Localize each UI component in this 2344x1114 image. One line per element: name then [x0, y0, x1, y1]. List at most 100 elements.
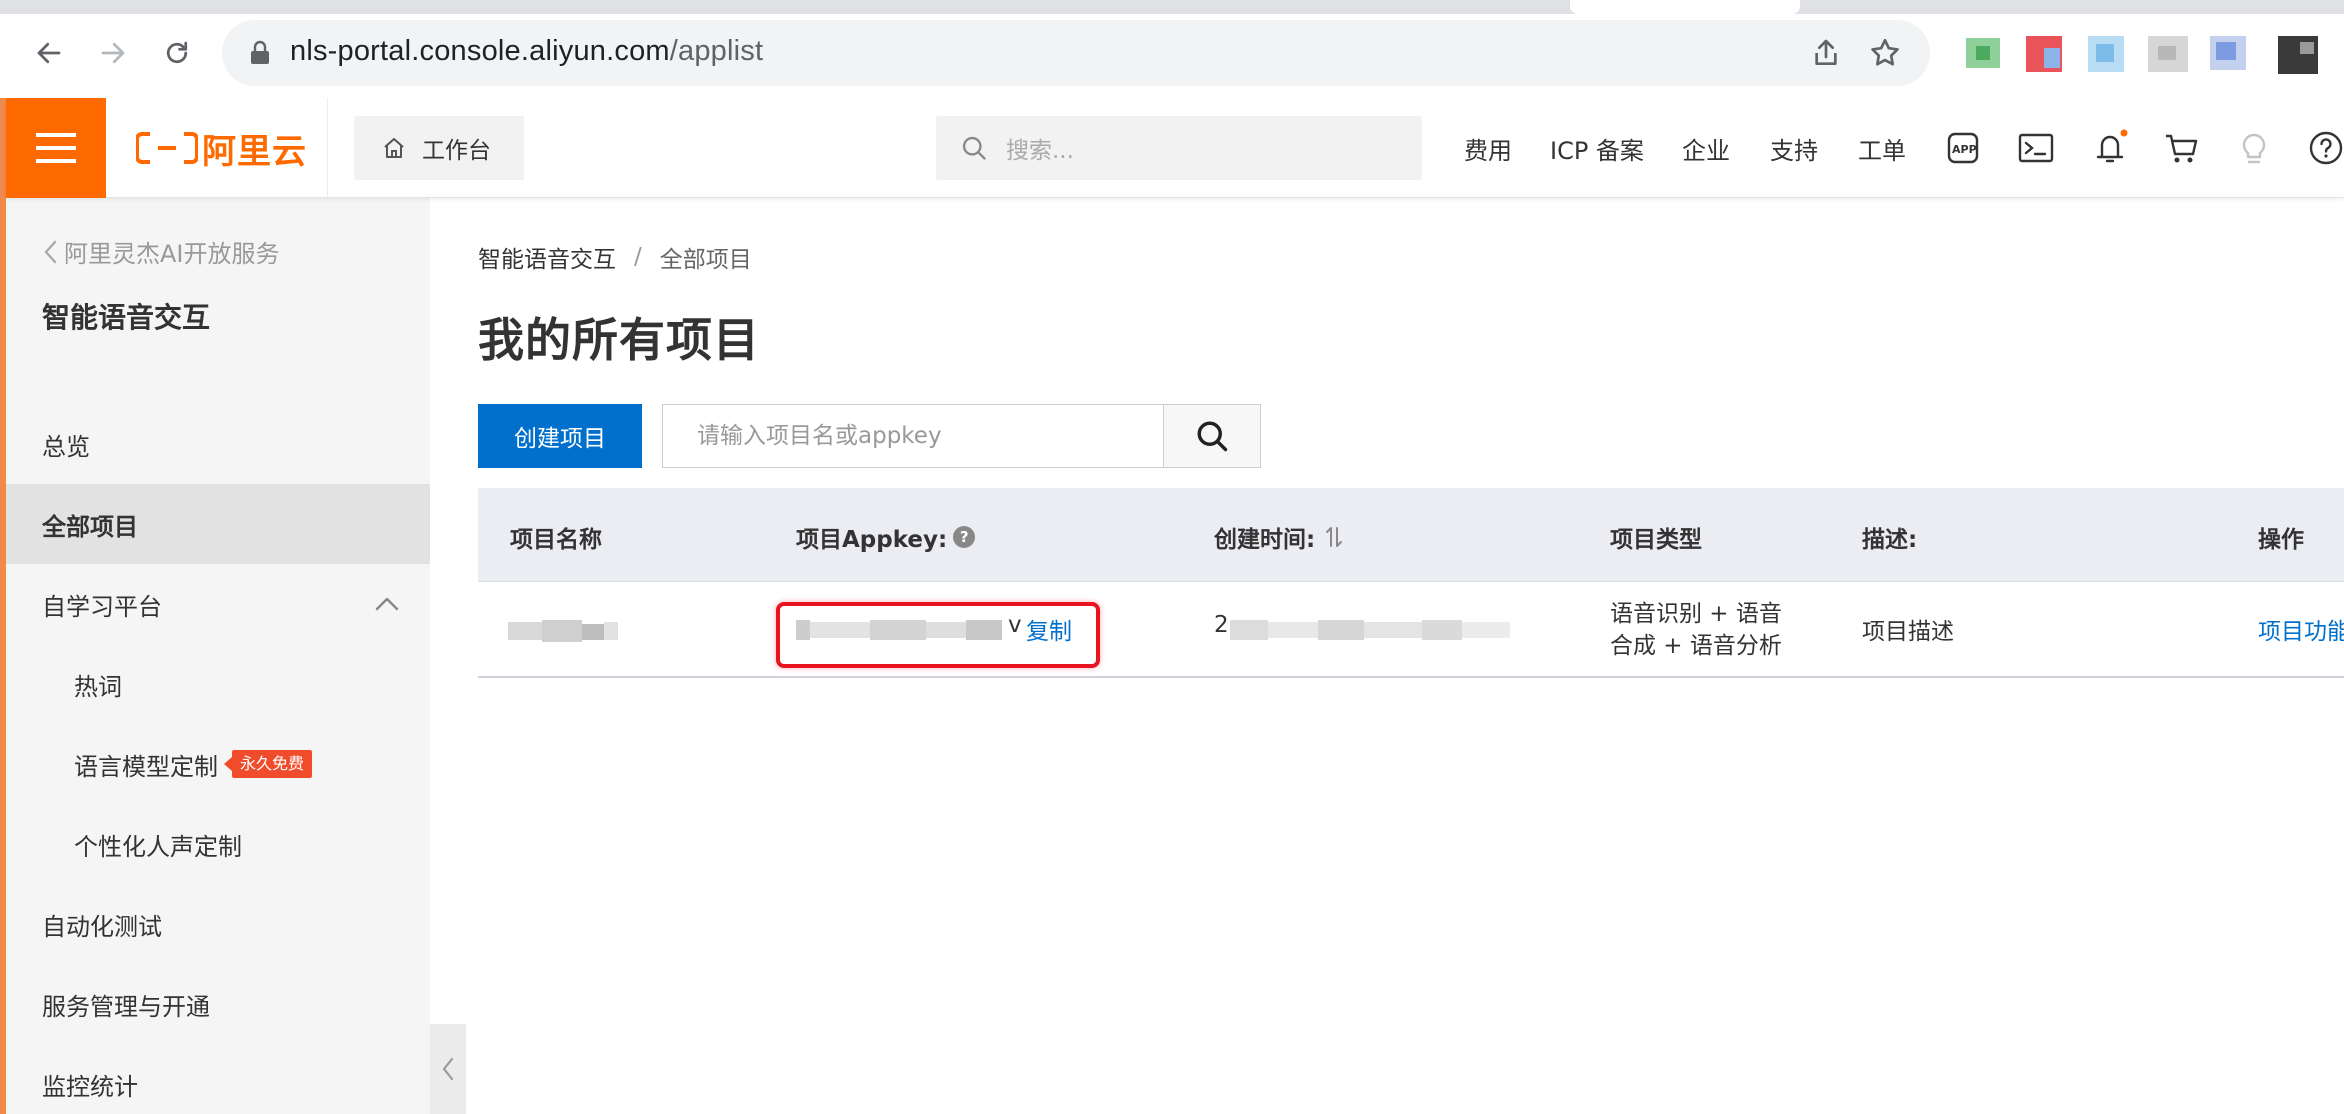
topnav-ticket[interactable]: 工单 [1858, 98, 1906, 198]
active-tab[interactable] [1570, 0, 1800, 14]
project-description: 项目描述 [1862, 619, 1954, 645]
chevron-left-icon [44, 240, 57, 263]
workbench-button[interactable]: 工作台 [354, 116, 524, 180]
reload-icon [166, 41, 188, 64]
table-header: 项目名称 项目Appkey: ? 创建时间: 项目类型 描述: 操作 [478, 488, 2344, 582]
terminal-icon[interactable] [2016, 128, 2056, 168]
sidebar-back-label: 阿里灵杰AI开放服务 [64, 240, 280, 268]
brand-name: 阿里云 [202, 131, 307, 172]
column-header-label: 项目名称 [510, 527, 602, 553]
column-header-actions: 操作 [2258, 520, 2304, 554]
table-row: v 复制 2 语音识别 + 语音 合成 + 语音分析 项目描述 项目功能 [478, 582, 2344, 678]
url-path: /applist [669, 35, 764, 67]
search-icon [962, 136, 986, 160]
browser-chrome: nls-portal.console.aliyun.com/applist [0, 0, 2344, 98]
arrow-right-icon [101, 42, 125, 64]
extension-icon[interactable] [2202, 28, 2252, 78]
sidebar-item-monitoring[interactable]: 监控统计 [6, 1044, 430, 1114]
bookmark-star-icon[interactable] [1868, 36, 1902, 70]
sidebar-item-label: 总览 [42, 432, 90, 461]
sidebar-item-self-learning[interactable]: 自学习平台 [6, 564, 430, 644]
column-header-appkey: 项目Appkey: ? [796, 520, 976, 554]
sidebar-item-label: 监控统计 [42, 1072, 138, 1101]
sidebar-back-link[interactable]: 阿里灵杰AI开放服务 [42, 234, 280, 269]
url-host: nls-portal.console.aliyun.com [290, 35, 670, 67]
column-header-label: 项目Appkey: [796, 527, 948, 553]
global-search[interactable]: 搜索... [936, 116, 1422, 180]
address-bar[interactable]: nls-portal.console.aliyun.com/applist [222, 20, 1930, 86]
home-icon [384, 138, 404, 158]
project-name-redacted [508, 620, 618, 642]
extension-icon[interactable] [2018, 28, 2068, 78]
sidebar-item-label: 语言模型定制 [74, 752, 218, 781]
console-topbar: 阿里云 工作台 搜索... 费用 ICP 备案 企业 支持 工单 APP [6, 98, 2344, 198]
topnav-fees[interactable]: 费用 [1464, 98, 1512, 198]
column-header-label: 项目类型 [1610, 527, 1702, 553]
sidebar-item-all-projects[interactable]: 全部项目 [6, 484, 430, 564]
sidebar-item-voice-custom[interactable]: 个性化人声定制 [6, 804, 430, 884]
breadcrumb-separator: / [634, 244, 642, 270]
extension-icon[interactable] [2274, 28, 2324, 78]
url-text[interactable]: nls-portal.console.aliyun.com/applist [290, 35, 763, 68]
topnav-support[interactable]: 支持 [1770, 98, 1818, 198]
help-icon[interactable]: ? [953, 526, 976, 548]
project-search-button[interactable] [1163, 404, 1261, 468]
back-button[interactable] [26, 30, 72, 76]
hamburger-icon [36, 133, 76, 163]
sidebar-item-label: 自学习平台 [42, 592, 162, 621]
sidebar: 阿里灵杰AI开放服务 智能语音交互 总览 全部项目 自学习平台 热词 语言模型定… [6, 198, 430, 1114]
sort-icon[interactable] [1325, 525, 1343, 549]
sidebar-item-label: 自动化测试 [42, 912, 162, 941]
cart-icon[interactable] [2162, 128, 2202, 168]
global-search-placeholder: 搜索... [1006, 138, 1074, 164]
forward-button[interactable] [90, 30, 136, 76]
aliyun-logo[interactable]: 阿里云 [106, 98, 328, 198]
column-header-type: 项目类型 [1610, 520, 1702, 554]
sidebar-item-label: 热词 [74, 672, 122, 701]
project-function-link[interactable]: 项目功能 [2258, 612, 2344, 646]
extension-icon[interactable] [1958, 28, 2008, 78]
sidebar-title: 智能语音交互 [42, 301, 211, 334]
chevron-up-icon [375, 597, 399, 611]
create-project-button[interactable]: 创建项目 [478, 404, 642, 468]
share-icon[interactable] [1810, 37, 1842, 69]
lightbulb-icon[interactable] [2234, 128, 2274, 168]
sidebar-item-label: 全部项目 [42, 512, 138, 541]
column-header-name: 项目名称 [510, 520, 602, 554]
page-title: 我的所有项目 [478, 313, 760, 367]
lock-icon[interactable] [248, 40, 272, 66]
sidebar-item-hotwords[interactable]: 热词 [6, 644, 430, 724]
arrow-left-icon [37, 42, 61, 64]
extension-icon[interactable] [2080, 28, 2130, 78]
bell-icon[interactable] [2090, 128, 2130, 168]
project-search-input[interactable] [662, 404, 1164, 468]
topnav-enterprise[interactable]: 企业 [1682, 98, 1730, 198]
project-type: 语音识别 + 语音 合成 + 语音分析 [1610, 598, 1782, 662]
sidebar-item-language-model[interactable]: 语言模型定制 永久免费 [6, 724, 430, 804]
topnav-icp[interactable]: ICP 备案 [1550, 98, 1644, 198]
sidebar-item-auto-test[interactable]: 自动化测试 [6, 884, 430, 964]
chevron-left-icon [442, 1057, 454, 1081]
reload-button[interactable] [154, 30, 200, 76]
created-time-prefix: 2 [1214, 612, 1229, 638]
column-header-label: 描述: [1862, 527, 1918, 553]
sidebar-item-overview[interactable]: 总览 [6, 404, 430, 484]
help-icon[interactable] [2306, 128, 2344, 168]
project-type-line: 合成 + 语音分析 [1610, 633, 1782, 659]
tab-strip [0, 0, 2344, 14]
appkey-highlight-box [776, 602, 1100, 668]
column-header-created[interactable]: 创建时间: [1214, 520, 1343, 554]
search-icon [1197, 421, 1228, 452]
app-icon[interactable]: APP [1944, 128, 1984, 168]
sidebar-item-label: 个性化人声定制 [74, 832, 242, 861]
breadcrumb-current: 全部项目 [659, 247, 752, 273]
free-badge: 永久免费 [223, 750, 313, 778]
menu-button[interactable] [6, 98, 106, 198]
svg-text:APP: APP [1952, 143, 1977, 156]
sidebar-item-service-management[interactable]: 服务管理与开通 [6, 964, 430, 1044]
created-time-redacted [1230, 618, 1510, 642]
breadcrumb-parent[interactable]: 智能语音交互 [478, 240, 616, 274]
project-type-line: 语音识别 + 语音 [1610, 601, 1782, 627]
extension-icon[interactable] [2142, 28, 2192, 78]
sidebar-collapse-button[interactable] [430, 1024, 466, 1114]
